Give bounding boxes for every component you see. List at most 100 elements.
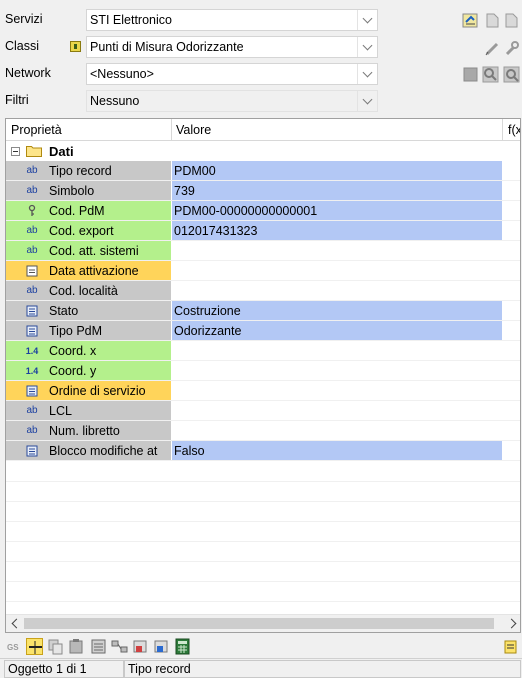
property-row[interactable]: ab Tipo record PDM00 [6, 161, 520, 181]
import-icon[interactable] [153, 638, 170, 655]
clipboard-icon[interactable] [90, 638, 107, 655]
property-name: Cod. PdM [49, 204, 105, 218]
split-icon[interactable] [26, 638, 43, 655]
classi-combo[interactable]: Punti di Misura Odorizzante [70, 36, 378, 58]
property-name-cell[interactable]: ab Simbolo [6, 181, 171, 201]
scrollbar-thumb[interactable] [24, 618, 494, 629]
property-value-cell[interactable] [172, 341, 502, 361]
scroll-left-icon[interactable] [6, 615, 23, 632]
property-name: Simbolo [49, 184, 95, 198]
copy-icon[interactable] [47, 638, 64, 655]
filter-row-classi: Classi Punti di Misura Odorizzante [0, 34, 522, 61]
property-row[interactable]: Stato Costruzione [6, 301, 520, 321]
value-column-header[interactable]: Valore [176, 123, 211, 137]
property-column-header[interactable]: Proprietà [11, 123, 62, 137]
filter-row-filtri: Filtri Nessuno [0, 88, 522, 115]
network-combo[interactable]: <Nessuno> [86, 63, 378, 85]
link-icon[interactable] [111, 638, 128, 655]
column-separator[interactable] [171, 119, 172, 141]
property-row[interactable]: ab Cod. export 012017431323 [6, 221, 520, 241]
property-value-cell[interactable]: 739 [172, 181, 502, 201]
property-value-cell[interactable] [172, 401, 502, 421]
square-icon[interactable] [462, 66, 479, 83]
property-value-cell[interactable] [172, 421, 502, 441]
wrench-icon[interactable] [503, 40, 520, 57]
property-name-cell[interactable]: ab Tipo record [6, 161, 171, 181]
property-name-cell[interactable]: Data attivazione [6, 261, 171, 281]
property-name: Stato [49, 304, 79, 318]
servizi-value: STI Elettronico [90, 13, 172, 27]
property-row[interactable]: 1.4 Coord. x [6, 341, 520, 361]
property-name-cell[interactable]: 1.4 Coord. y [6, 361, 171, 381]
category-row[interactable]: Dati [6, 141, 520, 161]
property-value: Odorizzante [174, 324, 242, 338]
class-icon [70, 41, 81, 52]
calculator-icon[interactable] [174, 638, 191, 655]
property-value-cell[interactable]: 012017431323 [172, 221, 502, 241]
property-value-cell[interactable]: PDM00-00000000000001 [172, 201, 502, 221]
property-value-cell[interactable]: Costruzione [172, 301, 502, 321]
page-icon[interactable] [503, 12, 520, 29]
edit-icon[interactable] [484, 40, 501, 57]
property-name: Tipo PdM [49, 324, 103, 338]
text-type-icon: ab [26, 165, 38, 176]
property-name-cell[interactable]: Tipo PdM [6, 321, 171, 341]
property-name-cell[interactable]: ab Cod. località [6, 281, 171, 301]
property-value-cell[interactable] [172, 241, 502, 261]
property-name-cell[interactable]: ab Num. libretto [6, 421, 171, 441]
property-row[interactable]: Blocco modifiche at Falso [6, 441, 520, 461]
row-divider [6, 460, 520, 461]
search-icon[interactable] [503, 66, 520, 83]
paste-icon[interactable] [68, 638, 85, 655]
property-name-cell[interactable]: ab Cod. export [6, 221, 171, 241]
property-name-cell[interactable]: Cod. PdM [6, 201, 171, 221]
property-row[interactable]: ab Num. libretto [6, 421, 520, 441]
property-row[interactable]: ab Simbolo 739 [6, 181, 520, 201]
zoom-icon[interactable] [482, 66, 499, 83]
export-icon[interactable] [132, 638, 149, 655]
property-row[interactable]: Cod. PdM PDM00-00000000000001 [6, 201, 520, 221]
property-value-cell[interactable]: PDM00 [172, 161, 502, 181]
chevron-down-icon[interactable] [357, 91, 377, 111]
property-name-cell[interactable]: ab LCL [6, 401, 171, 421]
property-value: 739 [174, 184, 195, 198]
empty-row-line [6, 521, 520, 522]
gs-icon[interactable]: GS [6, 638, 23, 655]
property-row[interactable]: Ordine di servizio [6, 381, 520, 401]
property-row[interactable]: 1.4 Coord. y [6, 361, 520, 381]
property-value-cell[interactable]: Odorizzante [172, 321, 502, 341]
chevron-down-icon[interactable] [357, 64, 377, 84]
settings-icon[interactable] [502, 638, 519, 655]
property-row[interactable]: ab Cod. att. sistemi [6, 241, 520, 261]
property-name-cell[interactable]: Blocco modifiche at [6, 441, 171, 461]
property-name-cell[interactable]: 1.4 Coord. x [6, 341, 171, 361]
servizi-combo[interactable]: STI Elettronico [86, 9, 378, 31]
column-separator[interactable] [502, 119, 503, 141]
property-row[interactable]: ab LCL [6, 401, 520, 421]
property-value-cell[interactable] [172, 281, 502, 301]
property-value-cell[interactable]: Falso [172, 441, 502, 461]
text-type-icon: ab [26, 405, 38, 416]
function-column-header[interactable]: f(x [508, 123, 520, 137]
document-icon[interactable] [484, 12, 501, 29]
filtri-combo[interactable]: Nessuno [86, 90, 378, 112]
property-name-cell[interactable]: ab Cod. att. sistemi [6, 241, 171, 261]
property-row[interactable]: Tipo PdM Odorizzante [6, 321, 520, 341]
text-type-icon: ab [26, 185, 38, 196]
collapse-icon[interactable] [11, 147, 20, 156]
status-field-name: Tipo record [124, 660, 521, 678]
scroll-right-icon[interactable] [505, 615, 520, 632]
property-value-cell[interactable] [172, 361, 502, 381]
property-value-cell[interactable] [172, 261, 502, 281]
property-row[interactable]: Data attivazione [6, 261, 520, 281]
number-type-icon: 1.4 [25, 366, 39, 376]
property-value-cell[interactable] [172, 381, 502, 401]
property-name-cell[interactable]: Ordine di servizio [6, 381, 171, 401]
horizontal-scrollbar[interactable] [6, 614, 520, 632]
chevron-down-icon[interactable] [357, 37, 377, 57]
chevron-down-icon[interactable] [357, 10, 377, 30]
property-name-cell[interactable]: Stato [6, 301, 171, 321]
refresh-icon[interactable] [462, 12, 479, 29]
property-row[interactable]: ab Cod. località [6, 281, 520, 301]
filter-row-network: Network <Nessuno> [0, 61, 522, 88]
